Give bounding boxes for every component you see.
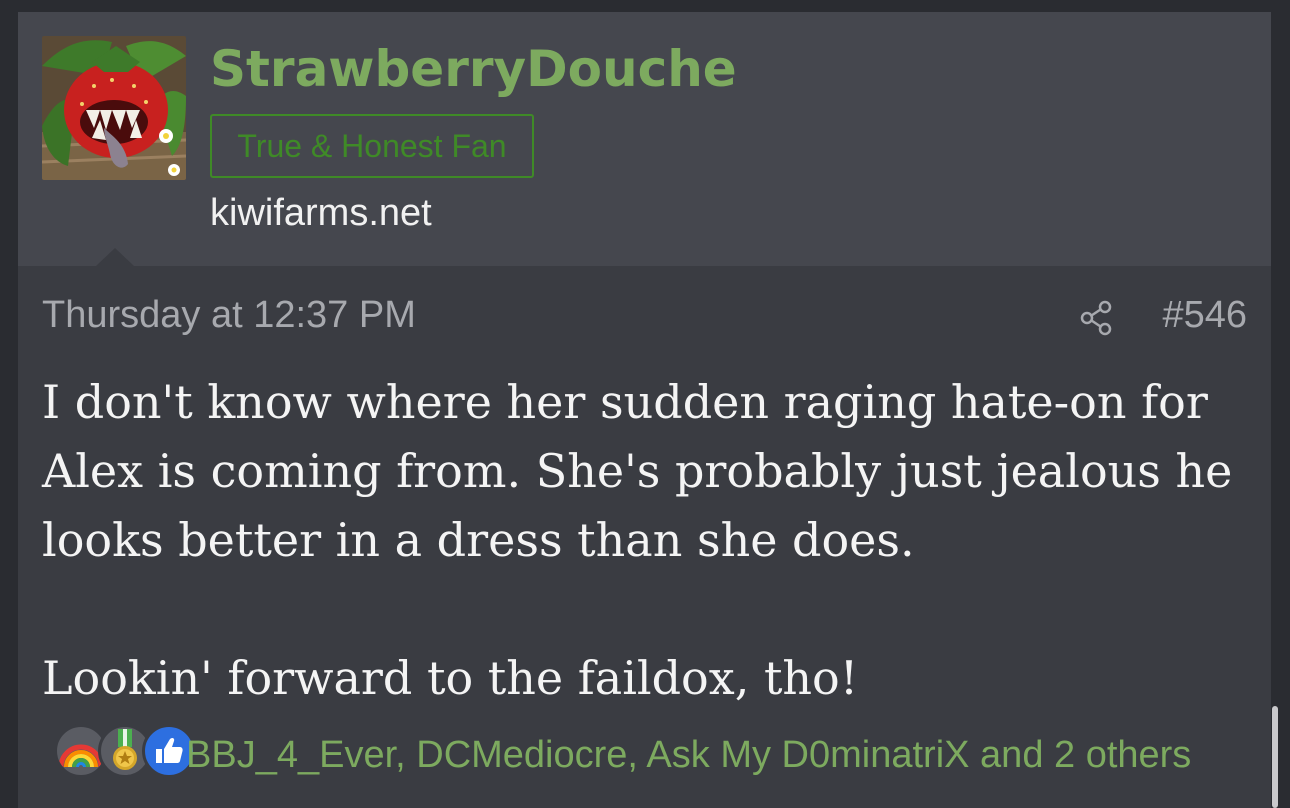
strawberry-avatar-icon xyxy=(42,36,186,180)
page-frame: StrawberryDouche True & Honest Fan kiwif… xyxy=(0,0,1290,808)
share-icon[interactable] xyxy=(1076,298,1116,338)
message-line: Lookin' forward to the faildox, tho! xyxy=(42,651,859,705)
message-line: looks better in a dress than she does. xyxy=(42,513,915,567)
user-avatar[interactable] xyxy=(42,36,186,180)
reaction-users-link[interactable]: BBJ_4_Ever, DCMediocre, Ask My D0minatri… xyxy=(186,734,1191,777)
user-title-badge: True & Honest Fan xyxy=(210,114,534,178)
scrollbar-thumb[interactable] xyxy=(1272,706,1278,808)
message-line: Alex is coming from. She's probably just… xyxy=(42,444,1233,498)
post-date[interactable]: Thursday at 12:37 PM xyxy=(42,294,416,337)
username[interactable]: StrawberryDouche xyxy=(210,40,737,98)
post-number-link[interactable]: #546 xyxy=(1162,294,1247,337)
user-block-pointer xyxy=(96,248,134,266)
post-message: I don't know where her sudden raging hat… xyxy=(42,368,1242,713)
user-block: StrawberryDouche True & Honest Fan kiwif… xyxy=(18,12,1271,266)
user-site: kiwifarms.net xyxy=(210,192,432,234)
post-card: StrawberryDouche True & Honest Fan kiwif… xyxy=(18,12,1271,808)
reaction-icons[interactable] xyxy=(36,724,196,784)
message-line: I don't know where her sudden raging hat… xyxy=(42,375,1208,429)
